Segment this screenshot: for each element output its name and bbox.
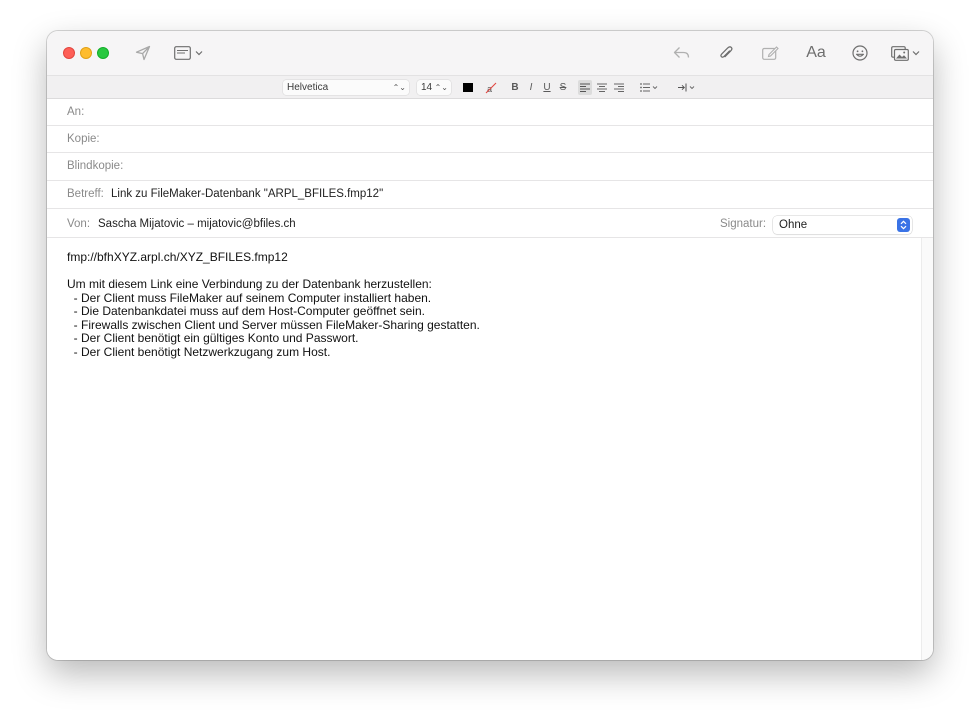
align-right-icon (614, 83, 624, 92)
list-item: - Der Client benötigt Netzwerkzugang zum… (67, 344, 331, 359)
to-label: An: (67, 106, 85, 118)
header-fields-icon (173, 46, 191, 60)
align-right-button[interactable] (612, 80, 626, 95)
markup-icon (761, 46, 779, 60)
font-family-select[interactable]: Helvetica ⌃⌄ (283, 80, 409, 95)
bold-button[interactable]: B (509, 80, 521, 95)
to-row[interactable]: An: (47, 99, 933, 126)
message-body[interactable]: fmp://bfhXYZ.arpl.ch/XYZ_BFILES.fmp12 Um… (47, 238, 921, 660)
subject-field[interactable]: Link zu FileMaker-Datenbank "ARPL_BFILES… (111, 181, 383, 208)
list-item: - Die Datenbankdatei muss auf dem Host-C… (67, 304, 425, 318)
subject-label: Betreff: (67, 188, 104, 200)
header-fields-button[interactable] (172, 41, 204, 65)
strikethrough-button[interactable]: S (557, 80, 569, 95)
list-item: - Der Client muss FileMaker auf seinem C… (67, 290, 432, 305)
emoji-button[interactable] (849, 41, 871, 65)
no-highlight-icon: a (485, 82, 497, 94)
text-color-swatch[interactable] (463, 83, 473, 92)
markup-button[interactable] (759, 41, 781, 65)
updown-icon (897, 218, 910, 232)
chevron-down-icon (195, 51, 202, 56)
highlight-color-button[interactable]: a (483, 80, 499, 95)
close-button[interactable] (63, 47, 75, 59)
reply-icon (673, 47, 689, 58)
emoji-icon (852, 45, 868, 61)
list-item: - Der Client benötigt ein gültiges Konto… (67, 331, 359, 345)
signature-select[interactable]: Ohne (773, 216, 912, 234)
italic-button[interactable]: I (525, 80, 537, 95)
reply-button[interactable] (670, 41, 692, 65)
signature-value: Ohne (779, 219, 808, 231)
updown-icon: ⌃⌄ (434, 83, 448, 92)
align-left-icon (580, 83, 590, 92)
format-icon: Aa (806, 44, 826, 61)
compose-window: Aa Helvetica ⌃⌄ 14 ⌃⌄ B I U S An: Kopie:… (47, 31, 933, 660)
align-left-button[interactable] (578, 80, 592, 95)
chevron-down-icon (912, 51, 919, 56)
list-icon (640, 83, 658, 92)
send-button[interactable] (132, 41, 154, 65)
toolbar: Aa (47, 31, 933, 75)
scrollbar[interactable] (921, 238, 933, 660)
from-field[interactable]: Sascha Mijatovic – mijatovic@bfiles.ch (98, 209, 296, 239)
paperclip-icon (720, 46, 733, 58)
from-label: Von: (67, 218, 91, 230)
send-icon (135, 45, 151, 61)
from-row: Von: Sascha Mijatovic – mijatovic@bfiles… (47, 209, 933, 238)
signature-label: Signatur: (720, 218, 767, 230)
attach-button[interactable] (715, 41, 737, 65)
photo-browser-button[interactable] (889, 41, 921, 65)
align-center-icon (597, 83, 607, 92)
minimize-button[interactable] (80, 47, 92, 59)
bcc-row[interactable]: Blindkopie: (47, 153, 933, 181)
database-link: fmp://bfhXYZ.arpl.ch/XYZ_BFILES.fmp12 (67, 250, 288, 264)
subject-row[interactable]: Betreff: Link zu FileMaker-Datenbank "AR… (47, 181, 933, 209)
bcc-label: Blindkopie: (67, 160, 124, 172)
updown-icon: ⌃⌄ (392, 83, 406, 92)
indent-button[interactable] (675, 80, 699, 95)
align-center-button[interactable] (595, 80, 609, 95)
format-button[interactable]: Aa (803, 41, 829, 65)
photo-browser-icon (890, 45, 909, 61)
font-family-value: Helvetica (287, 82, 329, 93)
indent-icon (678, 83, 695, 92)
cc-row[interactable]: Kopie: (47, 126, 933, 153)
format-bar: Helvetica ⌃⌄ 14 ⌃⌄ a B I U S (47, 75, 933, 99)
list-item: - Firewalls zwischen Client und Server m… (67, 317, 480, 332)
maximize-button[interactable] (97, 47, 109, 59)
cc-label: Kopie: (67, 133, 100, 145)
list-button[interactable] (637, 80, 661, 95)
underline-button[interactable]: U (541, 80, 553, 95)
intro-text: Um mit diesem Link eine Verbindung zu de… (67, 277, 432, 291)
font-size-select[interactable]: 14 ⌃⌄ (417, 80, 451, 95)
font-size-value: 14 (421, 82, 433, 93)
